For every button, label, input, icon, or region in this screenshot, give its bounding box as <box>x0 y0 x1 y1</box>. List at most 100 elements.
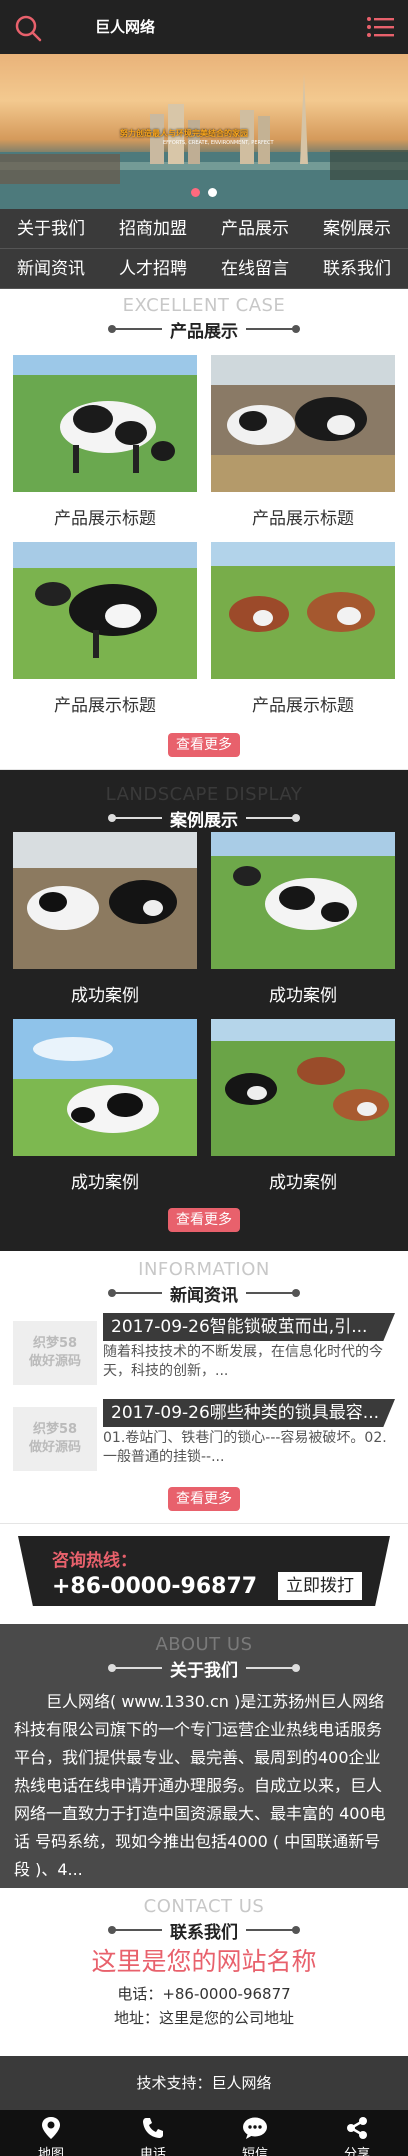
case-card[interactable]: 成功案例 <box>13 832 197 1019</box>
tab-label: 分享 <box>343 2147 370 2156</box>
news-title[interactable]: 2017-09-26哪些种类的锁具最容... <box>103 1399 395 1427</box>
product-card[interactable]: 产品展示标题 <box>211 355 395 542</box>
tab-label: 短信 <box>241 2147 268 2156</box>
news-heading-en: INFORMATION <box>138 1259 270 1280</box>
product-card[interactable]: 产品展示标题 <box>13 355 197 542</box>
case-image <box>211 832 395 969</box>
case-image <box>211 1019 395 1156</box>
case-title: 成功案例 <box>71 1173 139 1193</box>
products-heading-cn: 产品展示 <box>170 321 238 342</box>
product-image <box>13 542 197 679</box>
news-more-button[interactable]: 查看更多 <box>168 1487 240 1511</box>
news-heading-cn: 新闻资讯 <box>170 1285 238 1306</box>
contact-heading-cn: 联系我们 <box>170 1922 238 1943</box>
news-description: 随着科技技术的不断发展，在信息化时代的今天，科技的创新，... <box>103 1344 383 1379</box>
slider-dots <box>0 182 408 201</box>
news-thumbnail-line1: 织梦58 <box>32 1336 78 1351</box>
site-title: 巨人网络 <box>95 18 156 36</box>
nav-item-news[interactable]: 新闻资讯 <box>0 249 102 289</box>
news-title[interactable]: 2017-09-26智能锁破茧而出,引... <box>103 1313 395 1341</box>
product-title: 产品展示标题 <box>54 509 156 529</box>
nav-item-products[interactable]: 产品展示 <box>204 209 306 249</box>
bottom-tab-bar: 地图 电话 短信 分享 <box>0 2110 408 2156</box>
hotline-banner: 咨询热线： +86-0000-96877 立即拨打 <box>18 1536 390 1606</box>
nav-item-jobs[interactable]: 人才招聘 <box>102 249 204 289</box>
tab-phone[interactable]: 电话 <box>102 2110 204 2156</box>
case-image <box>13 1019 197 1156</box>
slider-dot-active[interactable] <box>191 188 200 197</box>
cases-heading-cn: 案例展示 <box>170 810 238 831</box>
about-section: ABOUT US 关于我们 巨人网络( www.1330.cn )是江苏扬州巨人… <box>0 1624 408 1888</box>
nav-item-message[interactable]: 在线留言 <box>204 249 306 289</box>
news-item[interactable]: 织梦58 做好源码 2017-09-26智能锁破茧而出,引... 随着科技技术的… <box>13 1307 395 1393</box>
products-heading: EXCELLENT CASE 产品展示 <box>0 295 408 342</box>
products-section: EXCELLENT CASE 产品展示 产品展示标题 产品展示标题 产品展示标题… <box>0 289 408 769</box>
tab-map[interactable]: 地图 <box>0 2110 102 2156</box>
tab-label: 地图 <box>37 2147 64 2156</box>
news-thumbnail-line1: 织梦58 <box>32 1422 78 1437</box>
news-heading: INFORMATION 新闻资讯 <box>0 1259 408 1306</box>
cases-more-button[interactable]: 查看更多 <box>168 1208 240 1232</box>
news-thumbnail: 织梦58 做好源码 <box>13 1321 97 1385</box>
case-title: 成功案例 <box>269 1173 337 1193</box>
cases-section: LANDSCAPE DISPLAY 案例展示 成功案例 成功案例 成功案例 成功… <box>0 769 408 1251</box>
news-thumbnail-line2: 做好源码 <box>28 1440 81 1455</box>
cases-heading-en: LANDSCAPE DISPLAY <box>105 784 303 805</box>
tab-share[interactable]: 分享 <box>306 2110 408 2156</box>
banner-slogan: 努力创造最人与环境完美结合的家园 <box>120 129 248 138</box>
case-title: 成功案例 <box>71 986 139 1006</box>
site-name: 这里是您的网站名称 <box>91 1947 317 1976</box>
cases-heading: LANDSCAPE DISPLAY 案例展示 <box>0 784 408 831</box>
hotline-number: +86-0000-96877 <box>52 1574 258 1599</box>
phone-icon <box>143 2118 163 2138</box>
banner-slider[interactable]: 努力创造最人与环境完美结合的家园 EFFORTS, CREATE, ENVIRO… <box>0 54 408 209</box>
case-card[interactable]: 成功案例 <box>211 832 395 1019</box>
products-heading-en: EXCELLENT CASE <box>122 295 286 316</box>
about-heading-en: ABOUT US <box>155 1634 253 1655</box>
contact-section: CONTACT US 联系我们 这里是您的网站名称 电话：+86-0000-96… <box>0 1888 408 2056</box>
share-icon <box>347 2117 367 2139</box>
product-card[interactable]: 产品展示标题 <box>13 542 197 729</box>
product-title: 产品展示标题 <box>252 509 354 529</box>
case-card[interactable]: 成功案例 <box>13 1019 197 1206</box>
nav-item-contact[interactable]: 联系我们 <box>306 249 408 289</box>
contact-heading-en: CONTACT US <box>143 1896 265 1917</box>
contact-heading: CONTACT US 联系我们 <box>0 1896 408 1943</box>
case-image <box>13 832 197 969</box>
map-pin-icon <box>42 2117 60 2139</box>
about-text: 巨人网络( www.1330.cn )是江苏扬州巨人网络科技有限公司旗下的一个专… <box>14 1692 386 1879</box>
contact-phone[interactable]: 电话：+86-0000-96877 <box>0 1982 408 2006</box>
products-more-button[interactable]: 查看更多 <box>168 733 240 757</box>
about-heading-cn: 关于我们 <box>170 1660 238 1681</box>
case-title: 成功案例 <box>269 986 337 1006</box>
news-description: 01.卷站门、铁巷门的锁心---容易被破坏。02.一般普通的挂锁--... <box>103 1430 387 1465</box>
search-icon[interactable] <box>14 14 42 42</box>
main-nav: 关于我们 招商加盟 产品展示 案例展示 新闻资讯 人才招聘 在线留言 联系我们 <box>0 209 408 289</box>
menu-icon[interactable] <box>366 16 394 38</box>
news-thumbnail: 织梦58 做好源码 <box>13 1407 97 1471</box>
news-item[interactable]: 织梦58 做好源码 2017-09-26哪些种类的锁具最容... 01.卷站门、… <box>13 1393 395 1479</box>
news-thumbnail-line2: 做好源码 <box>28 1354 81 1369</box>
message-icon <box>243 2117 267 2139</box>
product-title: 产品展示标题 <box>54 696 156 716</box>
product-image <box>211 355 395 492</box>
header-bar: 巨人网络 <box>0 0 408 54</box>
nav-item-cases[interactable]: 案例展示 <box>306 209 408 249</box>
news-section: INFORMATION 新闻资讯 织梦58 做好源码 2017-09-26智能锁… <box>0 1251 408 1524</box>
tab-sms[interactable]: 短信 <box>204 2110 306 2156</box>
nav-item-franchise[interactable]: 招商加盟 <box>102 209 204 249</box>
page: 巨人网络 努力创造最人与环境完美结合的家园 EFFORTS, CREATE, E… <box>0 0 408 2156</box>
nav-item-about[interactable]: 关于我们 <box>0 209 102 249</box>
case-card[interactable]: 成功案例 <box>211 1019 395 1206</box>
product-image <box>211 542 395 679</box>
contact-address: 地址：这里是您的公司地址 <box>113 2009 294 2027</box>
hotline-label: 咨询热线： <box>52 1551 137 1571</box>
tab-label: 电话 <box>139 2147 166 2156</box>
product-title: 产品展示标题 <box>252 696 354 716</box>
call-now-button[interactable]: 立即拨打 <box>278 1572 362 1600</box>
product-card[interactable]: 产品展示标题 <box>211 542 395 729</box>
about-heading: ABOUT US 关于我们 <box>0 1634 408 1681</box>
tech-support: 技术支持：巨人网络 <box>0 2056 408 2110</box>
banner-slogan-en: EFFORTS, CREATE, ENVIRONMENT, PERFECT <box>163 140 274 146</box>
slider-dot[interactable] <box>208 188 217 197</box>
